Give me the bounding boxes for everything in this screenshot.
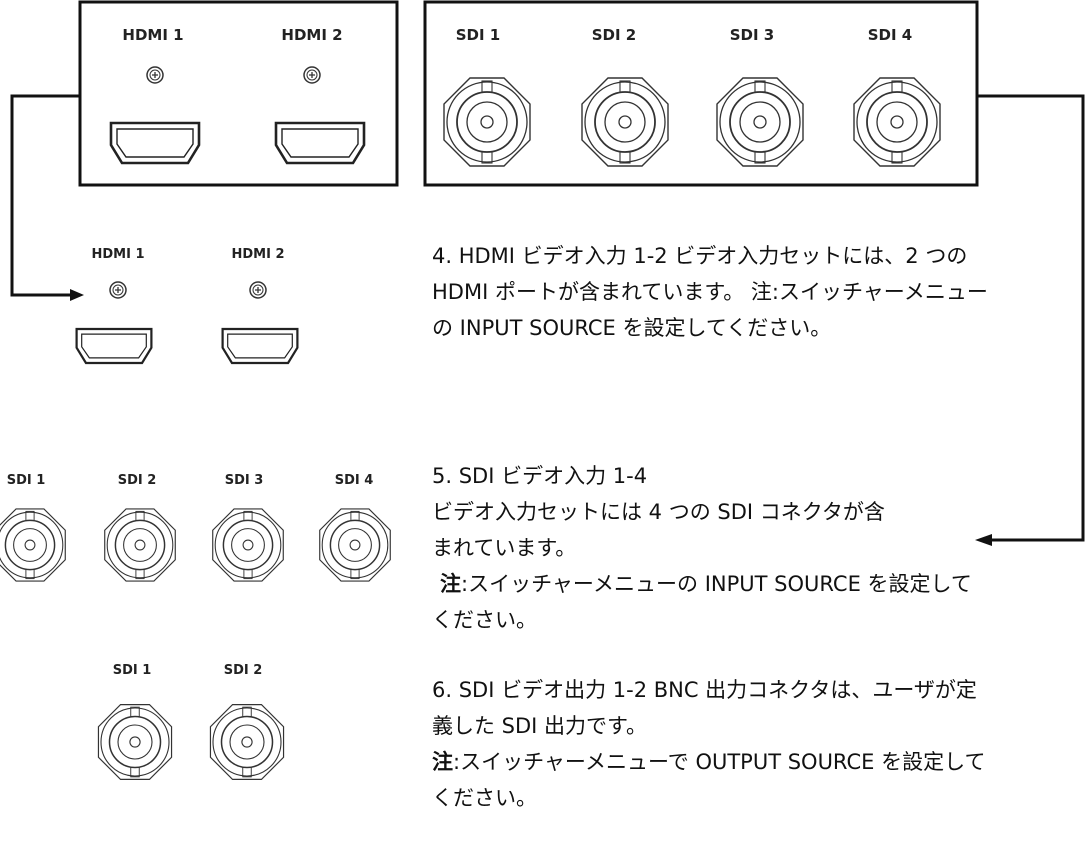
section-5-line-3: まれています。 — [432, 536, 577, 560]
section-6-line-2: 義した SDI 出力です。 — [432, 714, 647, 738]
note-label: 注 — [440, 572, 461, 596]
sdi3-panel-label: SDI 3 — [730, 26, 775, 44]
section-6-text: 6. SDI ビデオ出力 1-2 BNC 出力コネクタは、ユーザが定 義した S… — [432, 672, 985, 816]
screw-icon — [249, 281, 267, 299]
screw-icon — [109, 281, 127, 299]
screw-icon — [146, 66, 164, 84]
bnc-connector-icon — [97, 703, 173, 781]
section-6-line-4: ください。 — [432, 786, 537, 810]
section-4-text: 4. HDMI ビデオ入力 1-2 ビデオ入力セットには、2 つの HDMI ポ… — [432, 238, 988, 346]
section-4-line-1: 4. HDMI ビデオ入力 1-2 ビデオ入力セットには、2 つの — [432, 244, 968, 268]
bnc-connector-icon — [581, 77, 669, 167]
sdi3-label: SDI 3 — [225, 473, 264, 488]
sdi1-label: SDI 1 — [7, 473, 46, 488]
hdmi-callout-line — [10, 94, 80, 297]
section-4-line-3: の INPUT SOURCE を設定してください。 — [432, 316, 832, 340]
sdi-callout-line — [977, 94, 1085, 542]
hdmi2-label: HDMI 2 — [231, 247, 284, 262]
hdmi1-panel-label: HDMI 1 — [122, 26, 183, 44]
bnc-connector-icon — [716, 77, 804, 167]
sdi2-label: SDI 2 — [118, 473, 157, 488]
arrow-head-icon — [975, 534, 992, 546]
section-5-line-1: 5. SDI ビデオ入力 1-4 — [432, 464, 648, 488]
section-6-line-1: 6. SDI ビデオ出力 1-2 BNC 出力コネクタは、ユーザが定 — [432, 678, 977, 702]
hdmi2-panel-label: HDMI 2 — [281, 26, 342, 44]
hdmi1-label: HDMI 1 — [91, 247, 144, 262]
sdi-out2-label: SDI 2 — [224, 663, 263, 678]
bnc-connector-icon — [209, 703, 285, 781]
sdi4-label: SDI 4 — [335, 473, 374, 488]
section-5-line-2: ビデオ入力セットには 4 つの SDI コネクタが含 — [432, 500, 885, 524]
sdi-out1-label: SDI 1 — [113, 663, 152, 678]
section-4-line-2: HDMI ポートが含まれています。 注:スイッチャーメニュー — [432, 280, 988, 304]
sdi1-panel-label: SDI 1 — [456, 26, 501, 44]
section-5-note: 注:スイッチャーメニューの INPUT SOURCE を設定して — [432, 566, 972, 602]
bnc-connector-icon — [0, 508, 66, 582]
section-6-note: 注:スイッチャーメニューで OUTPUT SOURCE を設定して — [432, 744, 985, 780]
sdi2-panel-label: SDI 2 — [592, 26, 637, 44]
note-text: :スイッチャーメニューで OUTPUT SOURCE を設定して — [453, 750, 986, 774]
note-text: :スイッチャーメニューの INPUT SOURCE を設定して — [461, 572, 972, 596]
hdmi-port-icon — [75, 327, 153, 365]
sdi4-panel-label: SDI 4 — [868, 26, 913, 44]
section-5-line-5: ください。 — [432, 608, 537, 632]
bnc-connector-icon — [319, 508, 391, 582]
bnc-connector-icon — [104, 508, 176, 582]
arrow-head-icon — [70, 289, 84, 301]
bnc-connector-icon — [212, 508, 284, 582]
screw-icon — [303, 66, 321, 84]
hdmi-port-icon — [274, 121, 366, 165]
hdmi-port-icon — [109, 121, 201, 165]
bnc-connector-icon — [853, 77, 941, 167]
note-label: 注 — [432, 750, 453, 774]
bnc-connector-icon — [443, 77, 531, 167]
hdmi-port-icon — [221, 327, 299, 365]
section-5-text: 5. SDI ビデオ入力 1-4 ビデオ入力セットには 4 つの SDI コネク… — [432, 458, 972, 638]
